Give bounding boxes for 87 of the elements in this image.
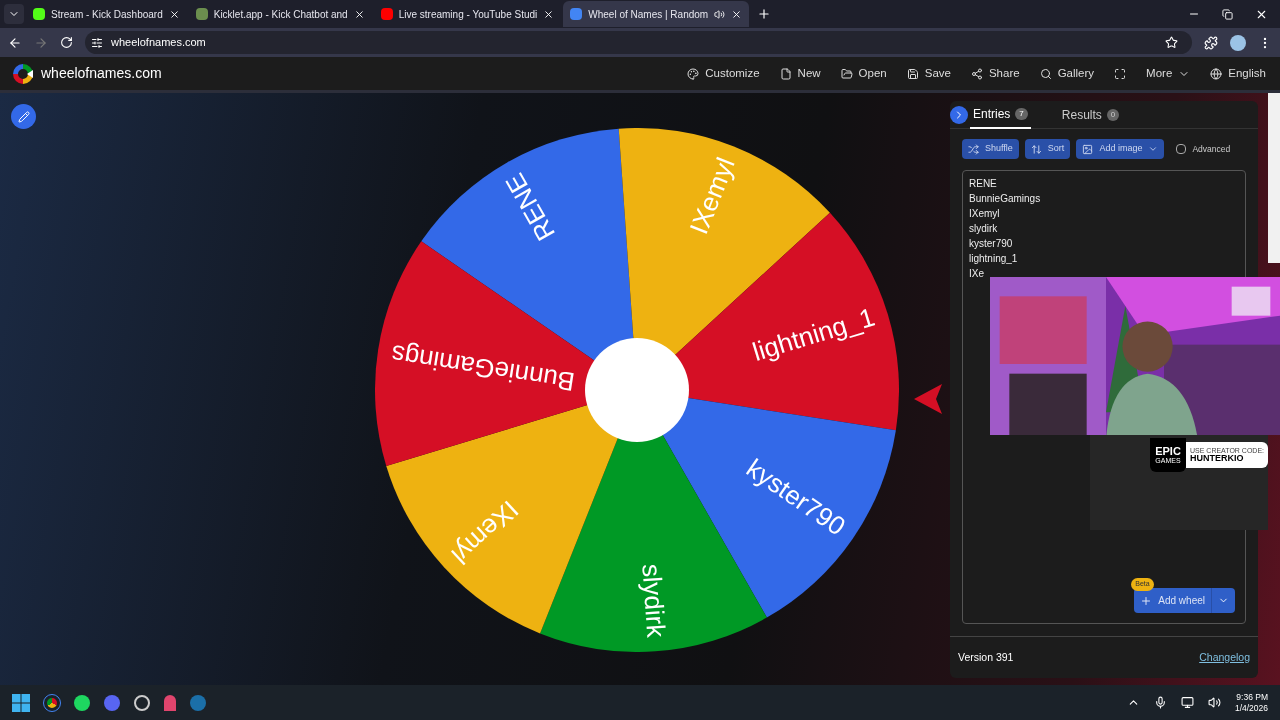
collapse-button[interactable]	[950, 105, 968, 124]
wheel-center[interactable]	[585, 338, 689, 442]
gallery-icon	[1039, 67, 1052, 80]
profile-avatar[interactable]	[1230, 34, 1246, 51]
changelog-link[interactable]: Changelog	[1199, 649, 1250, 666]
browser-taskbar-icon[interactable]	[44, 694, 60, 711]
share-icon	[970, 67, 983, 80]
entry-text: lightning_1	[969, 252, 1018, 266]
advanced-checkbox[interactable]	[1176, 144, 1187, 154]
microphone-icon[interactable]	[1153, 696, 1167, 709]
save-icon	[906, 67, 919, 80]
forward-icon[interactable]	[34, 35, 48, 50]
toolbar-button[interactable]: Sort	[1024, 139, 1071, 159]
browser-tab[interactable]: Stream - Kick Dashboard	[26, 1, 187, 27]
site-title[interactable]: wheelofnames.com	[41, 63, 162, 84]
extensions-icon[interactable]	[1204, 35, 1218, 50]
entry-text: IXe	[969, 267, 984, 281]
browser-tab[interactable]: Kicklet.app - Kick Chatbot and	[188, 1, 372, 27]
language-icon	[1210, 67, 1223, 80]
new-tab-icon[interactable]	[757, 7, 772, 21]
checkbox-label: Advanced	[1192, 142, 1231, 156]
scrollbar[interactable]	[1268, 93, 1280, 263]
tab-title: Wheel of Names | Random	[588, 7, 709, 22]
start-icon[interactable]	[12, 693, 30, 712]
speaker-icon	[714, 8, 726, 20]
tab-title: Stream - Kick Dashboard	[51, 7, 163, 22]
restore-icon[interactable]	[1222, 8, 1233, 20]
menu-button[interactable]: New	[779, 64, 821, 83]
image-icon	[1082, 143, 1094, 155]
clock-time[interactable]: 9:36 PM	[1236, 691, 1268, 703]
browser-tab[interactable]: Wheel of Names | Random	[563, 1, 750, 27]
fullscreen-icon	[1114, 67, 1127, 80]
toolbar-button[interactable]: Shuffle	[962, 139, 1019, 159]
menu-button[interactable]: Gallery	[1039, 64, 1095, 83]
chat-taskbar-icon[interactable]	[104, 694, 120, 711]
tab-title: Kicklet.app - Kick Chatbot and	[213, 7, 348, 22]
music-taskbar-icon[interactable]	[74, 694, 90, 711]
caret-icon	[1148, 144, 1159, 154]
logo-icon	[12, 62, 34, 85]
panel-tab[interactable]: Entries 7	[970, 100, 1031, 129]
count-badge: 0	[1106, 108, 1120, 121]
panel-tab[interactable]: Results 0	[1058, 100, 1123, 129]
close-icon[interactable]	[353, 8, 365, 20]
close-icon[interactable]	[543, 8, 555, 20]
menu-button[interactable]: More	[1146, 64, 1191, 83]
back-icon[interactable]	[8, 35, 22, 50]
customize-icon	[687, 67, 700, 80]
segment-label: slydirk	[636, 562, 672, 639]
edit-button[interactable]	[11, 104, 36, 129]
tab-search-button[interactable]	[4, 4, 24, 24]
menu-button[interactable]: Save	[906, 64, 951, 83]
volume-icon[interactable]	[1207, 696, 1221, 709]
reload-icon[interactable]	[60, 36, 73, 49]
address-bar[interactable]: wheelofnames.com	[85, 31, 1192, 54]
creator-code: HUNTERKIO	[1190, 454, 1245, 463]
entry-text: slydirk	[969, 222, 998, 236]
menu-button[interactable]	[1114, 67, 1127, 80]
menu-button[interactable]: Customize	[687, 64, 760, 83]
version-text: Version 391	[958, 649, 1014, 665]
count-badge: 7	[1015, 107, 1028, 120]
network-icon[interactable]	[1180, 696, 1194, 709]
bookmark-icon[interactable]	[1165, 36, 1178, 49]
game-taskbar-icon[interactable]	[190, 694, 206, 711]
url-text: wheelofnames.com	[111, 35, 206, 51]
close-icon[interactable]	[168, 8, 180, 20]
close-icon[interactable]	[731, 8, 743, 20]
shuffle-icon	[968, 143, 979, 155]
pin-taskbar-icon[interactable]	[164, 694, 176, 711]
open-icon	[840, 67, 853, 80]
plus-icon	[1140, 594, 1153, 607]
menu-button[interactable]: Open	[840, 64, 887, 83]
entry-text: IXemyl	[969, 207, 1000, 221]
entry-text: kyster790	[969, 237, 1013, 251]
entry-text: BunnieGamings	[969, 192, 1041, 206]
toolbar-button[interactable]: Add image	[1076, 139, 1165, 159]
sort-icon	[1030, 143, 1042, 155]
pencil-icon	[17, 110, 30, 123]
new-icon	[779, 67, 792, 80]
recorder-taskbar-icon[interactable]	[134, 694, 150, 711]
tab-title: Live streaming - YouTube Studi	[398, 7, 538, 22]
site-info-icon[interactable]	[91, 36, 103, 49]
menu-button[interactable]: English	[1210, 64, 1266, 83]
pointer-icon	[912, 382, 944, 416]
menu-button[interactable]: Share	[970, 64, 1020, 83]
clock-date[interactable]: 1/4/2026	[1234, 702, 1268, 714]
entry-text: RENE	[969, 177, 997, 191]
browser-tab[interactable]: Live streaming - YouTube Studi	[373, 1, 562, 27]
